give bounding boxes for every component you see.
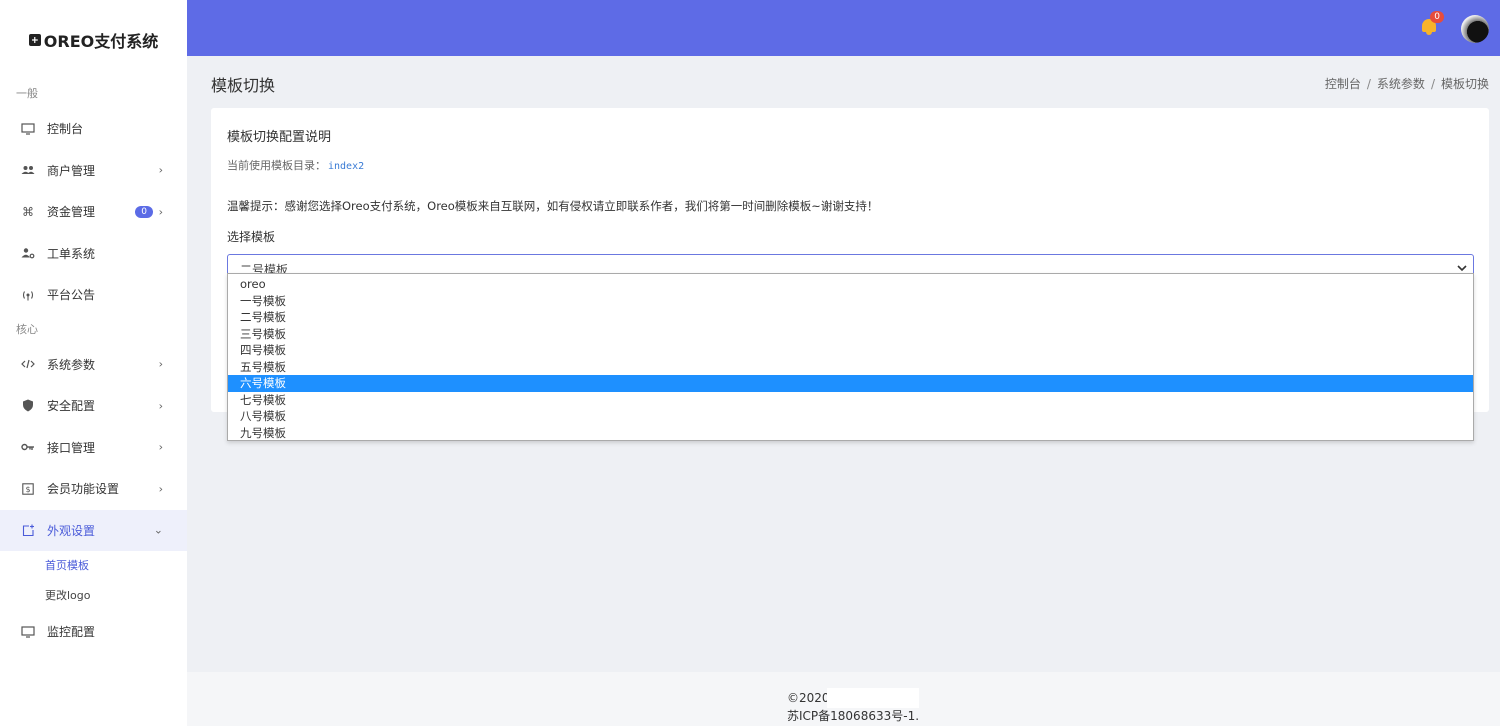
template-option[interactable]: 四号模板 xyxy=(228,342,1473,359)
footer-icp[interactable]: 苏ICP备18068633号-1. xyxy=(787,707,919,725)
broadcast-icon xyxy=(20,287,36,303)
template-option-highlighted[interactable]: 六号模板 xyxy=(228,375,1473,392)
svg-text:$: $ xyxy=(25,485,30,494)
sidebar-item-label: 外观设置 xyxy=(47,523,96,538)
template-option[interactable]: 二号模板 xyxy=(228,309,1473,326)
dollar-square-icon: $ xyxy=(20,481,36,497)
sidebar-item-member-settings[interactable]: $ 会员功能设置 › xyxy=(0,468,187,510)
sidebar-item-api[interactable]: 接口管理 › xyxy=(0,427,187,469)
chevron-down-icon: ⌄ xyxy=(153,523,163,537)
sidebar-item-label: 工单系统 xyxy=(47,246,96,261)
template-option[interactable]: 七号模板 xyxy=(228,392,1473,409)
template-dir-line: 当前使用模板目录： index2 xyxy=(227,157,1473,173)
sidebar-item-label: 商户管理 xyxy=(47,163,96,178)
code-icon xyxy=(20,356,36,372)
sidebar-item-label: 接口管理 xyxy=(47,440,96,455)
shield-icon xyxy=(20,398,36,414)
bell-icon[interactable]: 0 xyxy=(1420,11,1444,36)
template-option[interactable]: oreo xyxy=(228,276,1473,293)
sidebar-subitem-change-logo[interactable]: 更改logo xyxy=(0,581,187,611)
sidebar-item-monitoring[interactable]: 监控配置 xyxy=(0,611,187,653)
sidebar-item-appearance[interactable]: 外观设置 ⌄ xyxy=(0,509,187,551)
sidebar-item-label: 系统参数 xyxy=(47,357,96,372)
chevron-right-icon: › xyxy=(158,163,163,177)
sidebar-item-funds[interactable]: ⌘ 资金管理 0 › xyxy=(0,191,187,233)
sidebar-subitem-home-template[interactable]: 首页模板 xyxy=(0,551,187,581)
template-dir-label: 当前使用模板目录： xyxy=(227,159,326,172)
funds-badge: 0 xyxy=(135,205,153,218)
sidebar-item-announcements[interactable]: 平台公告 xyxy=(0,274,187,316)
monitor-icon xyxy=(20,624,36,640)
chevron-right-icon: › xyxy=(158,357,163,371)
card-title: 模板切换配置说明 xyxy=(227,130,332,145)
breadcrumb-item-system-params[interactable]: 系统参数 xyxy=(1377,77,1425,91)
template-options-list: oreo 一号模板 二号模板 三号模板 四号模板 五号模板 六号模板 七号模板 … xyxy=(227,273,1474,441)
page-title: 模板切换 xyxy=(211,76,276,95)
template-option[interactable]: 三号模板 xyxy=(228,326,1473,343)
sidebar-item-label: 监控配置 xyxy=(47,625,96,640)
sidebar-item-dashboard[interactable]: 控制台 xyxy=(0,108,187,150)
template-option[interactable]: 一号模板 xyxy=(228,293,1473,310)
group-label-core: 核心 xyxy=(16,322,38,336)
sidebar-item-label: 安全配置 xyxy=(47,399,96,414)
sidebar-item-system-params[interactable]: 系统参数 › xyxy=(0,344,187,386)
sidebar-item-label: 资金管理 xyxy=(47,205,96,220)
footer: ©2020 苏ICP备18068633号-1. xyxy=(187,672,1500,726)
template-option[interactable]: 五号模板 xyxy=(228,359,1473,376)
sidebar: OREO支付系统 一般 控制台 商户管理 › ⌘ 资金管理 0 › 工单系统 平… xyxy=(0,0,187,726)
breadcrumb-item-dashboard[interactable]: 控制台 xyxy=(1325,77,1361,91)
command-icon: ⌘ xyxy=(22,204,34,219)
notification-badge: 0 xyxy=(1430,11,1444,23)
users-icon xyxy=(20,162,36,178)
template-dir-value: index2 xyxy=(328,161,365,172)
brand-logo[interactable]: OREO支付系统 xyxy=(0,0,187,80)
brand-name: OREO支付系统 xyxy=(43,32,159,51)
avatar[interactable] xyxy=(1461,15,1489,43)
sidebar-item-security[interactable]: 安全配置 › xyxy=(0,385,187,427)
user-gear-icon xyxy=(20,245,36,261)
footer-redaction xyxy=(827,688,919,708)
top-bar: 0 xyxy=(187,0,1500,56)
brand-icon xyxy=(28,34,41,46)
sidebar-item-tickets[interactable]: 工单系统 xyxy=(0,233,187,275)
edit-square-icon xyxy=(20,522,36,538)
sidebar-item-label: 会员功能设置 xyxy=(47,482,120,497)
template-option[interactable]: 九号模板 xyxy=(228,425,1473,442)
sidebar-item-label: 平台公告 xyxy=(47,288,96,303)
select-template-label: 选择模板 xyxy=(227,230,276,244)
chevron-right-icon: › xyxy=(158,440,163,454)
tip-text: 温馨提示：感谢您选择Oreo支付系统，Oreo模板来自互联网，如有侵权请立即联系… xyxy=(227,199,879,213)
sidebar-item-merchants[interactable]: 商户管理 › xyxy=(0,150,187,192)
bell-clapper xyxy=(1426,32,1432,35)
breadcrumb: 控制台 / 系统参数 / 模板切换 xyxy=(1325,75,1489,92)
monitor-icon xyxy=(20,121,36,137)
key-icon xyxy=(20,439,36,455)
breadcrumb-item-current: 模板切换 xyxy=(1440,77,1489,91)
breadcrumb-separator: / xyxy=(1366,77,1371,91)
chevron-right-icon: › xyxy=(158,399,163,413)
template-option[interactable]: 八号模板 xyxy=(228,408,1473,425)
chevron-right-icon: › xyxy=(158,482,163,496)
breadcrumb-separator: / xyxy=(1430,77,1435,91)
chevron-right-icon: › xyxy=(158,205,163,219)
group-label-general: 一般 xyxy=(16,87,38,100)
sidebar-item-label: 控制台 xyxy=(47,122,84,137)
